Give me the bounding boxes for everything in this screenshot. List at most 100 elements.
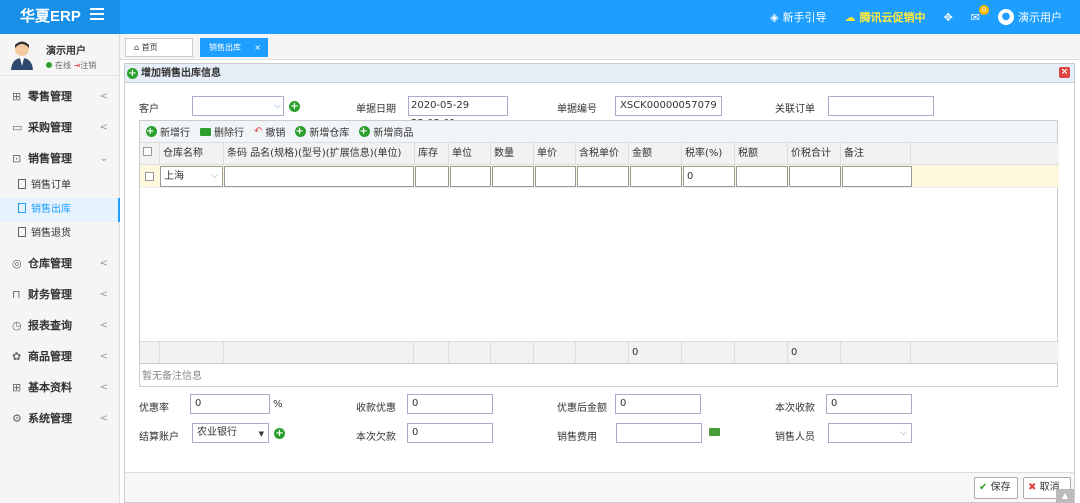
col-taxprice: 含税单价	[576, 143, 629, 165]
qty-input[interactable]	[492, 166, 534, 187]
discount-rate-input[interactable]: 0	[190, 394, 270, 414]
chevron-left-icon: <	[99, 258, 108, 269]
amount-input[interactable]	[630, 166, 682, 187]
menu-toggle-icon[interactable]	[90, 8, 104, 20]
online-dot-icon	[46, 62, 52, 68]
goods-input[interactable]	[224, 166, 414, 187]
add-account-icon[interactable]: +	[274, 428, 285, 439]
chevron-left-icon: <	[99, 351, 108, 362]
after-discount-input[interactable]: 0	[615, 394, 701, 414]
debt-input[interactable]: 0	[407, 423, 493, 443]
date-input[interactable]: 2020-05-29 23:03:01	[408, 96, 508, 129]
fullscreen-icon[interactable]: ✥	[944, 11, 953, 24]
menu-retail[interactable]: ⊞ 零售管理 <	[0, 81, 120, 112]
discount-input[interactable]: 0	[407, 394, 493, 414]
chevron-down-icon: ⌵	[211, 171, 218, 181]
sub-sales-order[interactable]: 销售订单	[0, 174, 120, 198]
add-customer-icon[interactable]: +	[289, 101, 300, 112]
col-taxrate: 税率(%)	[682, 143, 735, 165]
taxrate-input[interactable]: 0	[683, 166, 735, 187]
user-menu[interactable]: ● 演示用户	[998, 9, 1062, 25]
menu-basic[interactable]: ⊞ 基本资料 <	[0, 372, 120, 403]
add-icon: +	[295, 126, 307, 137]
menu-finance[interactable]: ⊓ 财务管理 <	[0, 279, 120, 310]
add-row-button[interactable]: + 新增行	[146, 124, 190, 139]
undo-icon: ↶	[254, 126, 263, 137]
promo-link[interactable]: ☁ 腾讯云促销中	[845, 9, 926, 25]
add-goods-button[interactable]: + 新增商品	[359, 124, 413, 139]
chevron-left-icon: <	[99, 320, 108, 331]
receive-input[interactable]: 0	[826, 394, 912, 414]
scroll-top-icon[interactable]: ▲	[1056, 489, 1074, 503]
total-input[interactable]	[789, 166, 841, 187]
layers-icon: ◎	[12, 257, 22, 270]
chevron-down-icon: ⌄	[99, 153, 108, 164]
taxprice-input[interactable]	[577, 166, 629, 187]
folder-icon[interactable]	[709, 428, 720, 436]
table-row: 上海 ⌵ 0	[140, 165, 1059, 188]
chevron-left-icon: <	[99, 413, 108, 424]
gift-icon: ⊞	[12, 90, 22, 103]
avatar-icon: ●	[998, 9, 1014, 25]
sub-sales-out[interactable]: 销售出库	[0, 198, 120, 222]
unit-cell[interactable]	[450, 166, 491, 187]
chevron-left-icon: <	[99, 382, 108, 393]
remark-textarea[interactable]: 暂无备注信息	[139, 363, 1058, 387]
undo-button[interactable]: ↶ 撤销	[254, 124, 285, 139]
add-icon: +	[146, 126, 157, 137]
add-warehouse-button[interactable]: + 新增仓库	[295, 124, 349, 139]
tax-input[interactable]	[736, 166, 788, 187]
sidebar: 演示用户 在线 ⇥注销 ⊞ 零售管理 < ▭ 采购管理 < ⊡ 销售管理 ⌄ 销售订单 销售…	[0, 34, 120, 503]
flower-icon: ✿	[12, 350, 22, 363]
fee-input[interactable]	[616, 423, 702, 443]
col-price: 单价	[534, 143, 576, 165]
menu-system[interactable]: ⚙ 系统管理 <	[0, 403, 120, 434]
chevron-left-icon: <	[99, 122, 108, 133]
row-checkbox[interactable]	[145, 171, 154, 184]
close-icon[interactable]: ×	[254, 39, 261, 56]
mail-badge: 0	[978, 4, 990, 15]
billno-label: 单据编号	[557, 104, 597, 115]
menu-reports[interactable]: ◷ 报表查询 <	[0, 310, 120, 341]
add-icon: +	[359, 126, 371, 137]
save-button[interactable]: ✔ 保存	[974, 477, 1018, 499]
after-discount-label: 优惠后金额	[557, 403, 607, 414]
grid-icon: ⊞	[12, 381, 22, 394]
billno-input[interactable]: XSCK00000057079	[615, 96, 722, 116]
warehouse-select[interactable]: 上海 ⌵	[160, 166, 223, 187]
menu-warehouse[interactable]: ◎ 仓库管理 <	[0, 248, 120, 279]
account-select[interactable]: 农业银行 ▼	[192, 423, 269, 443]
remark-input[interactable]	[842, 166, 912, 187]
menu-goods[interactable]: ✿ 商品管理 <	[0, 341, 120, 372]
col-stock: 库存	[414, 143, 449, 165]
col-qty: 数量	[491, 143, 534, 165]
tab-home[interactable]: ⌂ 首页	[125, 38, 193, 57]
select-all-checkbox[interactable]	[140, 143, 160, 165]
date-label: 单据日期	[356, 104, 396, 115]
customer-select[interactable]: ⌵	[192, 96, 284, 116]
menu-sales[interactable]: ⊡ 销售管理 ⌄	[0, 143, 120, 174]
cloud-icon: ☁	[844, 10, 856, 24]
salesman-select[interactable]: ⌵	[828, 423, 912, 443]
user-status: 在线 ⇥注销	[46, 60, 96, 71]
sub-sales-return[interactable]: 销售退货	[0, 222, 120, 246]
col-total: 价税合计	[788, 143, 841, 165]
col-barcode: 条码 品名(规格)(型号)(扩展信息)(单位)	[227, 148, 402, 159]
logout-link[interactable]: 注销	[80, 61, 96, 70]
close-icon[interactable]: ×	[1059, 67, 1070, 78]
guide-link[interactable]: ◈ 新手引导	[770, 9, 826, 25]
linkorder-input[interactable]	[828, 96, 934, 116]
caret-down-icon: ▼	[258, 430, 264, 438]
percent-label: %	[273, 399, 283, 410]
debt-label: 本次欠款	[356, 432, 396, 443]
price-input[interactable]	[535, 166, 576, 187]
grid-footer: 0 0	[140, 341, 1059, 364]
clock-icon: ◷	[12, 319, 22, 332]
mail-icon[interactable]: ✉ 0	[971, 4, 990, 24]
menu-purchase[interactable]: ▭ 采购管理 <	[0, 112, 120, 143]
chevron-down-icon: ⌵	[274, 101, 281, 111]
delete-row-button[interactable]: 删除行	[200, 124, 244, 139]
stock-cell	[415, 166, 449, 187]
minus-icon	[200, 127, 211, 136]
tab-sales-out[interactable]: 销售出库 ×	[200, 38, 268, 57]
